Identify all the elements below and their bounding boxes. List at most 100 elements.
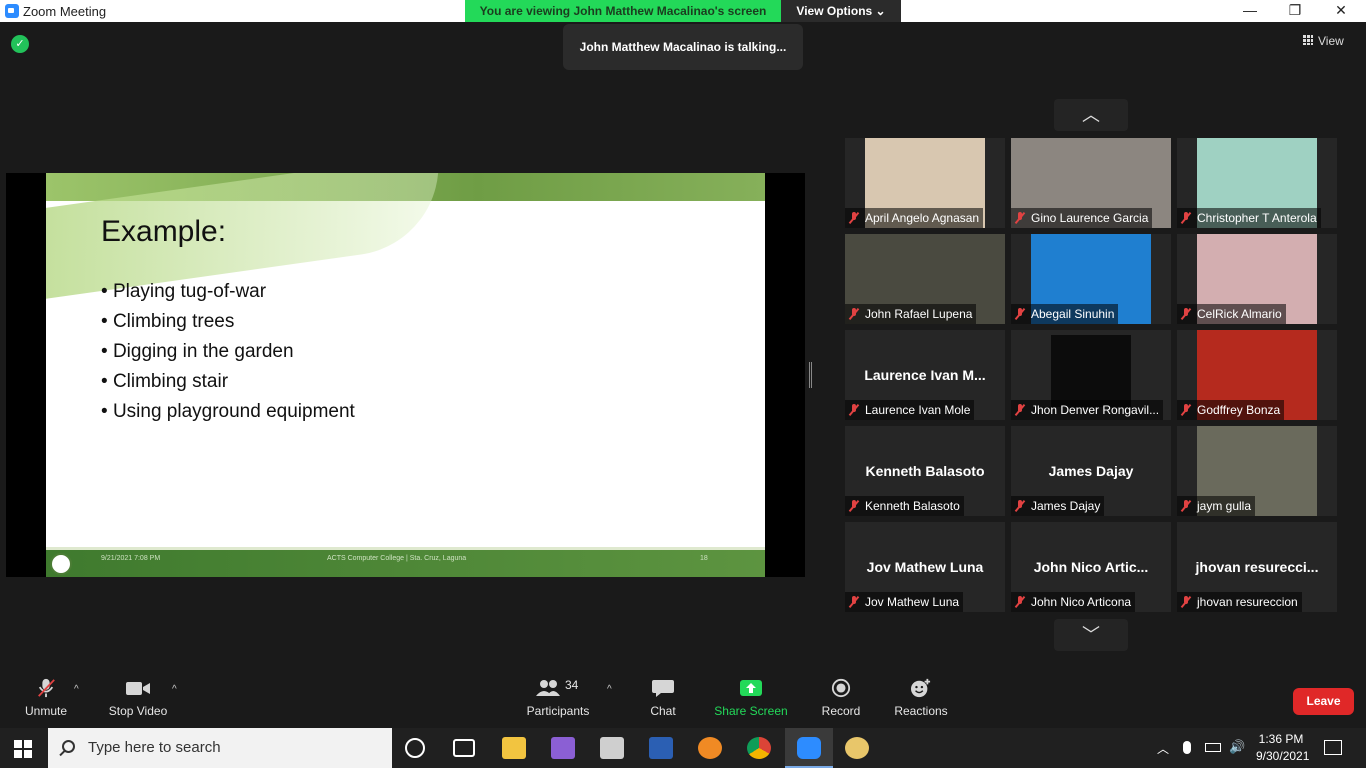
audio-options-caret[interactable]: ^: [74, 684, 79, 695]
record-label: Record: [821, 704, 861, 718]
paint-icon[interactable]: [845, 737, 869, 759]
speaker-icon[interactable]: 🔊: [1229, 739, 1245, 755]
college-logo: [50, 553, 72, 575]
participant-tile[interactable]: April Angelo Agnasan: [845, 138, 1005, 228]
zoom-app-icon: [5, 4, 19, 18]
microphone-tray-icon[interactable]: [1183, 741, 1191, 754]
viewing-screen-banner: You are viewing John Matthew Macalinao's…: [465, 0, 781, 22]
muted-mic-icon: [1015, 308, 1025, 320]
participants-label: Participants: [526, 704, 590, 718]
participant-name-bar: Gino Laurence Garcia: [1011, 208, 1153, 228]
participant-tile[interactable]: Christopher T Anterola: [1177, 138, 1337, 228]
participants-options-caret[interactable]: ^: [607, 684, 612, 695]
unmute-button[interactable]: Unmute: [20, 678, 72, 718]
muted-mic-icon: [1015, 404, 1025, 416]
stop-video-label: Stop Video: [108, 704, 168, 718]
participant-name-bar: jhovan resureccion: [1177, 592, 1302, 612]
taskbar-clock[interactable]: 1:36 PM 9/30/2021: [1256, 732, 1309, 763]
participant-tile[interactable]: Gino Laurence Garcia: [1011, 138, 1171, 228]
windows-start-icon[interactable]: [14, 740, 32, 758]
participant-tile[interactable]: Godffrey Bonza: [1177, 330, 1337, 420]
window-title: Zoom Meeting: [23, 4, 107, 19]
gallery-down-button[interactable]: ﹀: [1054, 619, 1128, 651]
participant-tile[interactable]: CelRick Almario: [1177, 234, 1337, 324]
participant-name-bar: Jov Mathew Luna: [845, 592, 964, 612]
visual-studio-icon[interactable]: [551, 737, 575, 759]
participant-name-bar: Abegail Sinuhin: [1011, 304, 1119, 324]
cortana-icon[interactable]: [405, 738, 425, 758]
participant-tile[interactable]: John Nico Artic... John Nico Articona: [1011, 522, 1171, 612]
video-options-caret[interactable]: ^: [172, 684, 177, 695]
participant-name: John Rafael Lupena: [865, 307, 973, 321]
share-screen-button[interactable]: Share Screen: [714, 678, 788, 718]
participant-tile[interactable]: Abegail Sinuhin: [1011, 234, 1171, 324]
panel-splitter-handle[interactable]: [809, 362, 812, 388]
gallery-up-button[interactable]: ︿: [1054, 99, 1128, 131]
zoom-taskbar-icon: [797, 737, 821, 759]
word-icon[interactable]: [649, 737, 673, 759]
share-screen-icon: [740, 680, 762, 696]
participants-button[interactable]: 34 Participants: [524, 678, 592, 718]
muted-mic-icon: [849, 212, 859, 224]
participant-name-large: Jov Mathew Luna: [866, 559, 984, 575]
muted-mic-icon: [1181, 500, 1191, 512]
participant-name-bar: CelRick Almario: [1177, 304, 1286, 324]
muted-mic-icon: [849, 404, 859, 416]
participant-tile[interactable]: Laurence Ivan M... Laurence Ivan Mole: [845, 330, 1005, 420]
minimize-button[interactable]: —: [1227, 0, 1273, 22]
participant-name: April Angelo Agnasan: [865, 211, 980, 225]
unmute-label: Unmute: [24, 704, 68, 718]
view-layout-button[interactable]: View: [1303, 34, 1344, 48]
participant-tile[interactable]: jhovan resurecci... jhovan resureccion: [1177, 522, 1337, 612]
participant-tile[interactable]: Kenneth Balasoto Kenneth Balasoto: [845, 426, 1005, 516]
participant-tile[interactable]: Jhon Denver Rongavil...: [1011, 330, 1171, 420]
participant-name: Jhon Denver Rongavil...: [1031, 403, 1160, 417]
task-view-icon[interactable]: [453, 739, 475, 757]
view-layout-label: View: [1318, 34, 1344, 48]
maximize-button[interactable]: ❐: [1272, 0, 1318, 22]
participant-name: CelRick Almario: [1197, 307, 1282, 321]
slide-bullet: Using playground equipment: [101, 401, 355, 431]
shared-screen: Example: Playing tug-of-war Climbing tre…: [6, 173, 805, 577]
taskbar-search-box[interactable]: Type here to search: [48, 728, 392, 768]
record-button[interactable]: Record: [818, 678, 864, 718]
muted-mic-icon: [1181, 212, 1191, 224]
file-explorer-icon[interactable]: [502, 737, 526, 759]
taskbar-search-placeholder: Type here to search: [88, 739, 221, 756]
muted-mic-icon: [1015, 212, 1025, 224]
tray-overflow-caret[interactable]: ︿: [1157, 740, 1169, 757]
notification-icon[interactable]: [1324, 740, 1342, 755]
participant-name-bar: Kenneth Balasoto: [845, 496, 964, 516]
slide-bullet: Digging in the garden: [101, 341, 355, 371]
participant-name: Laurence Ivan Mole: [865, 403, 971, 417]
participant-name-bar: Laurence Ivan Mole: [845, 400, 975, 420]
reactions-button[interactable]: Reactions: [893, 678, 949, 718]
chat-label: Chat: [650, 704, 676, 718]
participant-name-large: Kenneth Balasoto: [865, 463, 985, 479]
participant-tile[interactable]: jaym gulla: [1177, 426, 1337, 516]
muted-mic-icon: [1015, 500, 1025, 512]
leave-meeting-button[interactable]: Leave: [1293, 688, 1354, 715]
chrome-icon[interactable]: [747, 737, 771, 759]
slide-bullet-list: Playing tug-of-war Climbing trees Diggin…: [101, 281, 355, 431]
participant-name: John Nico Articona: [1031, 595, 1132, 609]
participant-tile[interactable]: Jov Mathew Luna Jov Mathew Luna: [845, 522, 1005, 612]
zoom-taskbar-button[interactable]: [785, 728, 833, 768]
brave-browser-icon[interactable]: [698, 737, 722, 759]
grid-icon: [1303, 35, 1313, 45]
python-file-icon[interactable]: [600, 737, 624, 759]
stop-video-button[interactable]: Stop Video: [106, 678, 170, 718]
participant-name-bar: Christopher T Anterola: [1177, 208, 1321, 228]
battery-icon[interactable]: [1205, 743, 1221, 752]
encryption-shield-icon[interactable]: ✓: [11, 35, 29, 53]
participant-tile[interactable]: John Rafael Lupena: [845, 234, 1005, 324]
view-options-button[interactable]: View Options ⌄: [781, 0, 901, 22]
taskbar-time: 1:36 PM: [1258, 732, 1304, 746]
participant-tile[interactable]: James Dajay James Dajay: [1011, 426, 1171, 516]
participant-video: [1051, 335, 1131, 407]
record-icon: [831, 678, 851, 698]
close-button[interactable]: ✕: [1318, 0, 1364, 22]
chat-button[interactable]: Chat: [640, 678, 686, 718]
participant-name-bar: April Angelo Agnasan: [845, 208, 984, 228]
meeting-toolbar: Unmute ^ Stop Video ^ 34 Participants ^ …: [0, 668, 1366, 728]
